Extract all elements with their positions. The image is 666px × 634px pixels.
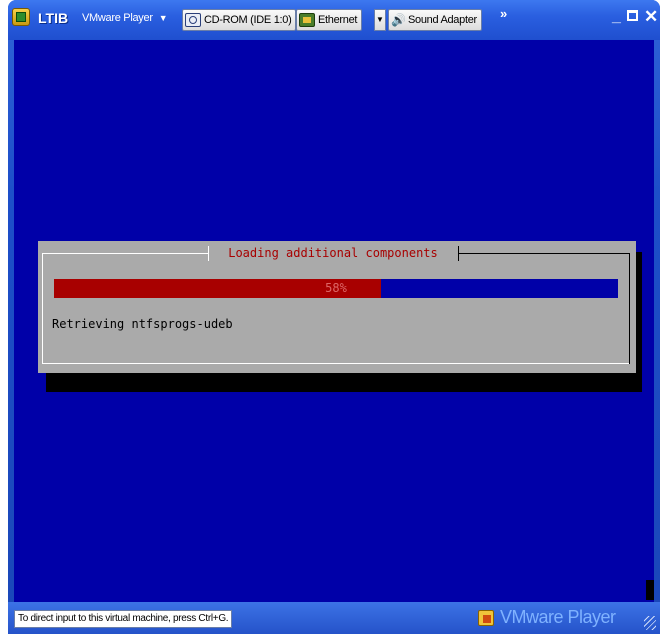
vmware-player-window: LTIB VMware Player ▼ CD-ROM (IDE 1:0) Eth… (8, 0, 660, 634)
frame-top-left (42, 253, 208, 254)
cd-rom-icon (185, 13, 201, 27)
title-bracket-left (208, 246, 209, 261)
more-devices-button[interactable]: » (500, 6, 507, 21)
cd-rom-device-button[interactable]: CD-ROM (IDE 1:0) (182, 9, 297, 31)
vm-icon (12, 8, 30, 26)
vmware-player-menu-label: VMware Player (82, 12, 153, 24)
vmware-player-brand: VMware Player (500, 607, 616, 627)
dialog-frame (42, 253, 630, 364)
vmware-logo-icon (478, 610, 494, 626)
cd-rom-device-label: CD-ROM (IDE 1:0) (204, 14, 292, 26)
chevron-down-icon: ▼ (158, 13, 168, 23)
console-cursor (646, 580, 654, 600)
frame-right (629, 253, 630, 364)
ethernet-device-label: Ethernet (318, 14, 358, 26)
ethernet-device-button[interactable]: Ethernet (296, 9, 363, 31)
dialog-title: Loading additional components (208, 245, 458, 262)
input-hint-message: To direct input to this virtual machine,… (14, 610, 233, 628)
frame-top-right (458, 253, 630, 254)
close-button[interactable]: ✕ (644, 7, 658, 27)
maximize-button[interactable] (627, 10, 638, 21)
progress-percentage: 58% (325, 281, 347, 295)
sound-adapter-device-button[interactable]: 🔊 Sound Adapter (388, 9, 482, 31)
progress-bar: 58% (54, 279, 618, 298)
installer-dialog: Loading additional components 58% Retrie… (38, 241, 636, 373)
title-bar[interactable]: LTIB VMware Player ▼ CD-ROM (IDE 1:0) Eth… (8, 0, 660, 40)
title-bracket-right (458, 246, 459, 261)
network-card-icon (299, 13, 315, 27)
ethernet-dropdown-arrow[interactable]: ▼ (374, 9, 386, 31)
window-title: LTIB (38, 10, 69, 26)
vmware-player-menu[interactable]: VMware Player ▼ (82, 12, 168, 24)
speaker-icon: 🔊 (391, 13, 406, 27)
minimize-button[interactable]: _ (612, 8, 621, 26)
sound-adapter-device-label: Sound Adapter (408, 14, 477, 26)
guest-console-screen[interactable]: Loading additional components 58% Retrie… (14, 40, 654, 602)
status-bar: To direct input to this virtual machine,… (8, 602, 660, 634)
resize-grip[interactable] (644, 616, 656, 630)
retrieving-status-text: Retrieving ntfsprogs-udeb (52, 317, 233, 331)
